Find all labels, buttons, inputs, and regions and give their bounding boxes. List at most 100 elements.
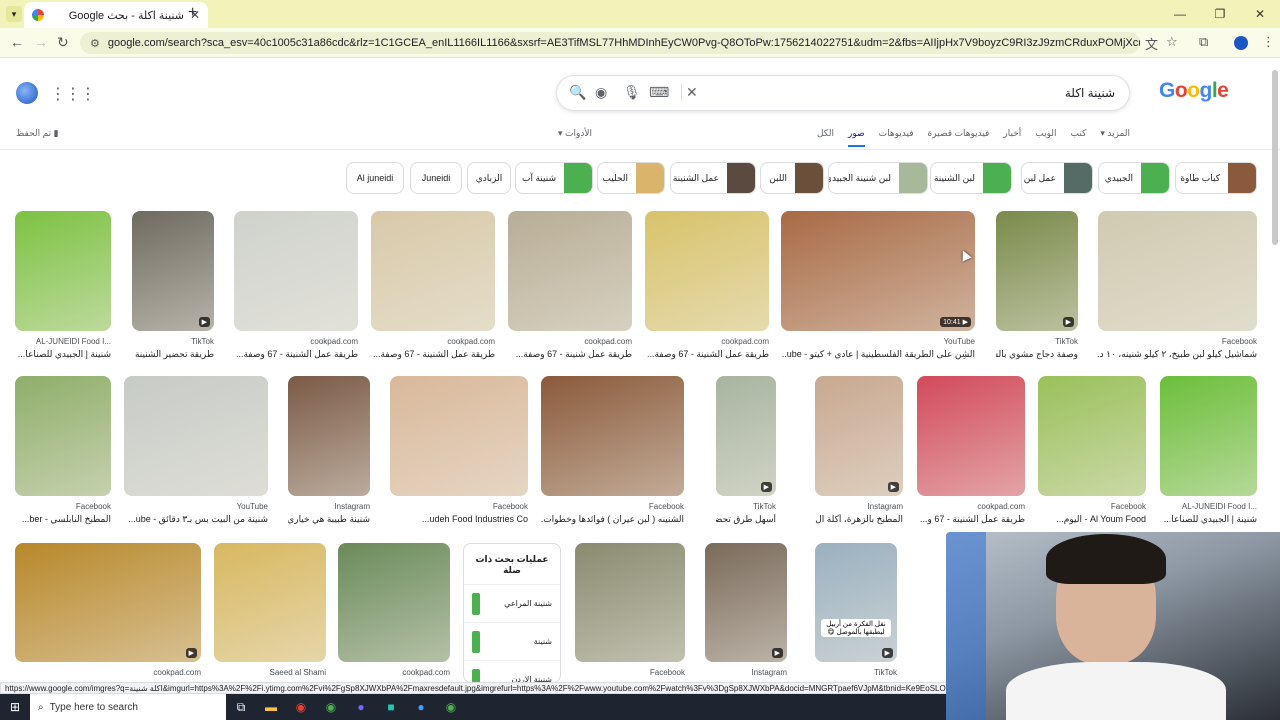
result-source[interactable]: cookpad.com: [153, 668, 201, 677]
image-result-card[interactable]: ▶ Instagram المطبخ بالزهرة، أكلة ال...: [815, 376, 903, 530]
image-result-card[interactable]: Facebook Al Youm Food - اليوم...: [1038, 376, 1146, 530]
result-thumbnail[interactable]: [1098, 211, 1257, 331]
result-thumbnail[interactable]: [214, 543, 326, 662]
result-source[interactable]: Facebook: [1111, 502, 1146, 511]
tab-news[interactable]: أخبار: [1003, 128, 1021, 147]
result-thumbnail[interactable]: [234, 211, 358, 331]
result-source[interactable]: TikTok: [874, 668, 897, 677]
chrome-alt-icon[interactable]: ◉: [316, 700, 346, 714]
result-title[interactable]: المطبخ النابلسي - ber...: [15, 514, 111, 525]
result-source[interactable]: Facebook: [76, 502, 111, 511]
browser-tab[interactable]: شنينة اكلة - بحث Google ✕: [24, 2, 208, 28]
forward-icon[interactable]: →: [34, 34, 48, 50]
result-thumbnail[interactable]: [645, 211, 769, 331]
result-title[interactable]: شنينة طبيبة هي خياري ا...: [288, 514, 370, 525]
result-title[interactable]: udeh Food Industries Co...: [390, 514, 528, 524]
chip[interactable]: لبن شنينة الجبيدي: [828, 162, 928, 194]
result-title[interactable]: المطبخ بالزهرة، أكلة ال...: [815, 514, 903, 525]
image-result-card[interactable]: cookpad.com طريقة عمل الشنينة - 67 وصفة..…: [371, 211, 495, 365]
tab-images[interactable]: صور: [848, 128, 865, 147]
result-thumbnail[interactable]: [1160, 376, 1257, 496]
image-result-card[interactable]: 10:41 ▶ YouTube الشِن على الطريقة الفلسطين…: [781, 211, 975, 365]
result-source[interactable]: TikTok: [191, 337, 214, 346]
result-thumbnail[interactable]: ▶: [815, 376, 903, 496]
saved-button[interactable]: ▮ تم الحفظ: [16, 128, 59, 139]
chrome-active-icon[interactable]: ◉: [436, 700, 466, 714]
chrome-icon[interactable]: ◉: [286, 700, 316, 714]
lens-icon[interactable]: ◉: [595, 84, 607, 101]
chip[interactable]: لبن الشنينة: [930, 162, 1012, 194]
result-source[interactable]: AL-JUNEIDI Food I...: [36, 337, 111, 346]
chip[interactable]: شنينة آب: [515, 162, 593, 194]
tab-all[interactable]: الكل: [817, 128, 834, 147]
search-input[interactable]: شنينة اكلة: [1065, 86, 1115, 100]
result-title[interactable]: شنينة من البيت بس بـ٣ دقائق - ube...: [124, 514, 268, 525]
result-thumbnail[interactable]: [124, 376, 268, 496]
result-thumbnail[interactable]: ▶: [996, 211, 1078, 331]
chip[interactable]: الجبيدي: [1098, 162, 1170, 194]
result-title[interactable]: طريقة عمل الشنينة - 67 وصفة...: [234, 349, 358, 360]
image-result-card[interactable]: cookpad.com طريقة عمل الشنينة - 67 و...: [917, 376, 1025, 530]
task-view-icon[interactable]: ⧉: [226, 700, 256, 715]
minimize-icon[interactable]: —: [1160, 0, 1200, 28]
related-item[interactable]: شنينة المراعي: [464, 585, 560, 623]
result-source[interactable]: cookpad.com: [721, 337, 769, 346]
result-thumbnail[interactable]: [1038, 376, 1146, 496]
result-thumbnail[interactable]: [371, 211, 495, 331]
result-source[interactable]: cookpad.com: [402, 668, 450, 677]
search-icon[interactable]: 🔍: [569, 84, 586, 101]
tab-books[interactable]: كتب: [1070, 128, 1086, 147]
back-icon[interactable]: ←: [10, 34, 24, 50]
result-thumbnail[interactable]: [15, 211, 111, 331]
tools-button[interactable]: الأدوات ▾: [558, 128, 592, 139]
result-source[interactable]: AL-JUNEIDI Food I...: [1182, 502, 1257, 511]
clear-icon[interactable]: ✕: [681, 84, 698, 101]
mic-icon[interactable]: 🎙: [623, 84, 641, 101]
apps-grid-icon[interactable]: ⋮⋮⋮: [50, 84, 96, 104]
result-title[interactable]: شنينة | الجبيدي للصناعا...: [15, 349, 111, 360]
image-result-card[interactable]: ▶ TikTok طريقة تحضير الشنينة ا...: [132, 211, 214, 365]
chip[interactable]: Juneidi: [410, 162, 462, 194]
result-source[interactable]: YouTube: [944, 337, 975, 346]
result-title[interactable]: Al Youm Food - اليوم...: [1038, 514, 1146, 525]
image-result-card[interactable]: cookpad.com طريقة عمل الشنينة - 67 وصفة..…: [234, 211, 358, 365]
extensions-icon[interactable]: ⧉: [1199, 34, 1208, 50]
search-box[interactable]: 🔍 ◉ 🎙 ⌨ ✕ شنينة اكلة: [556, 75, 1130, 111]
image-result-card[interactable]: ▶ نقل الفكرة من أربيل ليطبقها بالموصل 😋 Ti…: [815, 543, 897, 696]
result-thumbnail[interactable]: ▶: [15, 543, 201, 662]
tab-search-icon[interactable]: ▾: [6, 6, 22, 22]
result-title[interactable]: الشِن على الطريقة الفلسطينية | عادي + كي…: [781, 349, 975, 360]
result-title[interactable]: أسهل طرق تحضير الش...: [716, 514, 776, 525]
new-tab-icon[interactable]: +: [188, 4, 197, 22]
result-source[interactable]: Facebook: [1222, 337, 1257, 346]
image-result-card[interactable]: AL-JUNEIDI Food I... شنينة | الجبيدي للصن…: [1160, 376, 1257, 530]
result-thumbnail[interactable]: ▶: [132, 211, 214, 331]
image-result-card[interactable]: ▶ TikTok أسهل طرق تحضير الش...: [716, 376, 776, 530]
chip[interactable]: اللبن: [760, 162, 824, 194]
bookmark-star-icon[interactable]: ☆: [1166, 34, 1178, 50]
result-thumbnail[interactable]: [288, 376, 370, 496]
discord-icon[interactable]: ●: [346, 700, 376, 714]
result-source[interactable]: TikTok: [1055, 337, 1078, 346]
app-icon[interactable]: ■: [376, 700, 406, 714]
image-result-card[interactable]: cookpad.com: [338, 543, 450, 696]
result-thumbnail[interactable]: 10:41 ▶: [781, 211, 975, 331]
result-thumbnail[interactable]: [575, 543, 685, 662]
result-source[interactable]: Facebook: [650, 668, 685, 677]
image-result-card[interactable]: Saeed al Shami: [214, 543, 326, 696]
image-result-card[interactable]: ▶ cookpad.com: [15, 543, 201, 696]
page-scrollbar[interactable]: [1272, 70, 1278, 245]
result-source[interactable]: Facebook: [649, 502, 684, 511]
image-result-card[interactable]: AL-JUNEIDI Food I... شنينة | الجبيدي للصن…: [15, 211, 111, 365]
image-result-card[interactable]: cookpad.com طريقة عمل شنينة - 67 وصفة...: [508, 211, 632, 365]
reload-icon[interactable]: ↻: [57, 34, 69, 51]
result-title[interactable]: وصفة دجاج مشوي بالشنينة...: [996, 349, 1078, 360]
image-result-card[interactable]: ▶ Instagram: [705, 543, 787, 696]
result-source[interactable]: cookpad.com: [584, 337, 632, 346]
image-result-card[interactable]: YouTube شنينة من البيت بس بـ٣ دقائق - ube…: [124, 376, 268, 530]
tab-web[interactable]: الويب: [1035, 128, 1056, 147]
result-title[interactable]: طريقة عمل الشنينة - 67 و...: [917, 514, 1025, 525]
windows-start-icon[interactable]: ⊞: [0, 700, 30, 714]
result-source[interactable]: cookpad.com: [447, 337, 495, 346]
result-source[interactable]: Instagram: [867, 502, 903, 511]
